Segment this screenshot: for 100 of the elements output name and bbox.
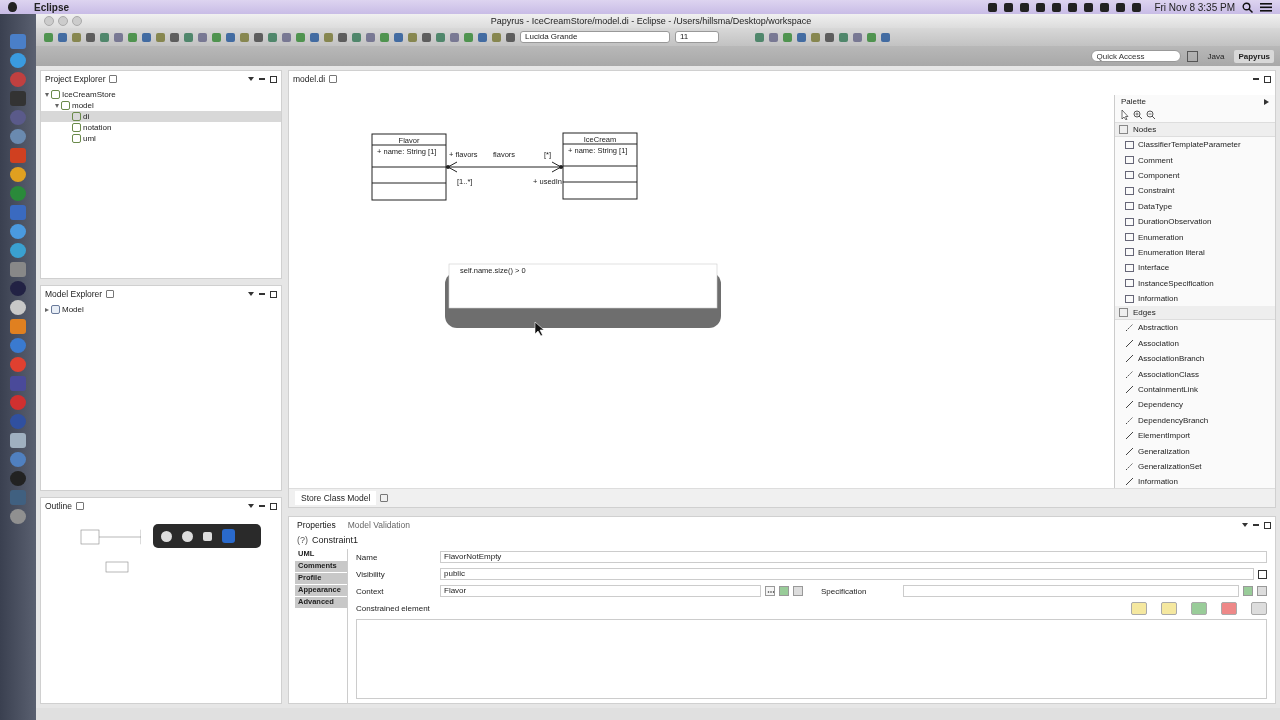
font-dropdown[interactable]: Lucida Grande [520, 31, 670, 43]
edit-icon[interactable] [1251, 601, 1267, 615]
view-tab[interactable]: Model Validation [343, 519, 414, 531]
palette-tool[interactable]: AssociationClass [1115, 366, 1275, 382]
app-icon[interactable] [10, 509, 26, 524]
search-icon[interactable] [1242, 1, 1253, 13]
perspective-button[interactable]: Java [1203, 49, 1229, 63]
editor-tab[interactable]: model.di [293, 74, 326, 84]
palette-tool[interactable]: ContainmentLink [1115, 381, 1275, 398]
minimize-icon[interactable] [58, 16, 68, 26]
palette-tool[interactable]: Generalization [1115, 443, 1275, 459]
view-tab[interactable]: Properties [293, 519, 340, 531]
apple-icon[interactable] [8, 2, 17, 12]
zoom-out-icon[interactable] [1146, 110, 1155, 119]
maximize-icon[interactable] [1264, 521, 1271, 529]
edit-icon[interactable] [1257, 586, 1267, 596]
app-icon[interactable] [10, 452, 26, 467]
move-up-icon[interactable] [1131, 601, 1147, 615]
palette-tool[interactable]: Information [1115, 474, 1275, 490]
delete-icon[interactable] [1221, 601, 1237, 615]
pointer-icon[interactable] [1121, 110, 1129, 120]
close-icon[interactable] [329, 75, 338, 83]
move-down-icon[interactable] [1161, 601, 1177, 615]
view-tab[interactable]: Project Explorer [45, 74, 106, 84]
tree-item[interactable]: uml [83, 134, 96, 143]
camera-icon[interactable] [161, 530, 172, 542]
palette-tool[interactable]: Constraint [1115, 183, 1275, 199]
tree-item[interactable]: model [72, 101, 94, 110]
maximize-icon[interactable] [1264, 75, 1271, 83]
collapse-arrow-icon[interactable] [1264, 98, 1269, 105]
view-menu-icon[interactable] [248, 292, 254, 296]
palette-tool[interactable]: InstanceSpecification [1115, 275, 1275, 291]
app-icon[interactable] [10, 471, 26, 486]
app-icon[interactable] [10, 53, 26, 68]
palette-tool[interactable]: ClassifierTemplateParameter [1115, 137, 1275, 153]
constraint-shape[interactable] [448, 263, 718, 309]
visibility-dropdown[interactable]: public [440, 568, 1254, 580]
palette-tool[interactable]: Comment [1115, 152, 1275, 168]
pause-icon[interactable] [182, 530, 193, 542]
expand-arrow-icon[interactable] [55, 103, 59, 108]
tree-item[interactable]: IceCreamStore [62, 90, 116, 99]
add-icon[interactable] [1243, 586, 1253, 596]
maximize-icon[interactable] [270, 290, 277, 298]
view-menu-icon[interactable] [248, 77, 254, 81]
palette-tool[interactable]: Interface [1115, 260, 1275, 276]
class-shape[interactable] [562, 132, 638, 200]
tree-item[interactable]: notation [83, 123, 112, 132]
quick-access-field[interactable]: Quick Access [1090, 50, 1181, 62]
class-shape[interactable] [371, 133, 447, 201]
close-icon[interactable] [109, 75, 118, 83]
view-menu-icon[interactable] [248, 504, 254, 508]
palette-tool[interactable]: Enumeration [1115, 229, 1275, 245]
app-menu[interactable]: Eclipse [34, 1, 70, 13]
association-line[interactable] [445, 161, 564, 173]
palette-tool[interactable]: Abstraction [1115, 320, 1275, 336]
tree-item[interactable]: Model [62, 305, 84, 314]
close-icon[interactable] [75, 502, 84, 510]
app-icon[interactable] [10, 224, 26, 239]
palette-tool[interactable]: AssociationBranch [1115, 351, 1275, 367]
tree-item[interactable]: di [83, 112, 90, 121]
maximize-icon[interactable] [270, 75, 277, 83]
add-icon[interactable] [1191, 601, 1207, 615]
view-tab[interactable]: Outline [45, 501, 72, 511]
palette-tool[interactable]: DependencyBranch [1115, 412, 1275, 429]
palette-tool[interactable]: Association [1115, 335, 1275, 352]
palette-tool[interactable]: Dependency [1115, 397, 1275, 413]
zoom-icon[interactable] [72, 16, 82, 26]
size-dropdown[interactable]: 11 [675, 31, 719, 43]
menu-icon[interactable] [1260, 2, 1272, 12]
palette-tool[interactable]: Information [1115, 290, 1275, 307]
app-icon[interactable] [10, 167, 26, 182]
name-field[interactable]: FlavorNotEmpty [440, 551, 1267, 563]
view-menu-icon[interactable] [1242, 523, 1248, 527]
palette-tool[interactable]: DataType [1115, 198, 1275, 214]
app-icon[interactable] [10, 243, 26, 258]
add-icon[interactable] [779, 586, 789, 596]
close-icon[interactable] [106, 290, 115, 298]
maximize-icon[interactable] [270, 502, 277, 510]
app-icon[interactable] [10, 300, 26, 315]
edit-icon[interactable] [793, 586, 803, 596]
palette-drawer[interactable]: Edges [1115, 306, 1275, 321]
zoom-in-icon[interactable] [1133, 110, 1142, 119]
open-perspective-icon[interactable] [1186, 50, 1198, 62]
expand-arrow-icon[interactable] [45, 92, 49, 97]
close-icon[interactable] [380, 494, 389, 502]
specification-field[interactable] [903, 585, 1239, 597]
constrained-element-list[interactable] [356, 619, 1267, 699]
view-tab[interactable]: Model Explorer [45, 289, 103, 299]
palette-tool[interactable]: DurationObservation [1115, 213, 1275, 230]
palette-drawer[interactable]: Nodes [1115, 123, 1275, 137]
palette-tool[interactable]: ElementImport [1115, 428, 1275, 444]
palette-tool[interactable]: Component [1115, 167, 1275, 184]
more-icon[interactable] [765, 586, 775, 596]
context-field[interactable]: Flavor [440, 585, 761, 597]
clock[interactable]: Fri Nov 8 3:35 PM [1154, 1, 1235, 13]
perspective-button[interactable]: Papyrus [1234, 49, 1274, 63]
close-icon[interactable] [44, 16, 54, 26]
app-icon[interactable] [10, 129, 26, 144]
stop-icon[interactable] [203, 531, 212, 541]
diagram-tab[interactable]: Store Class Model [295, 491, 377, 505]
